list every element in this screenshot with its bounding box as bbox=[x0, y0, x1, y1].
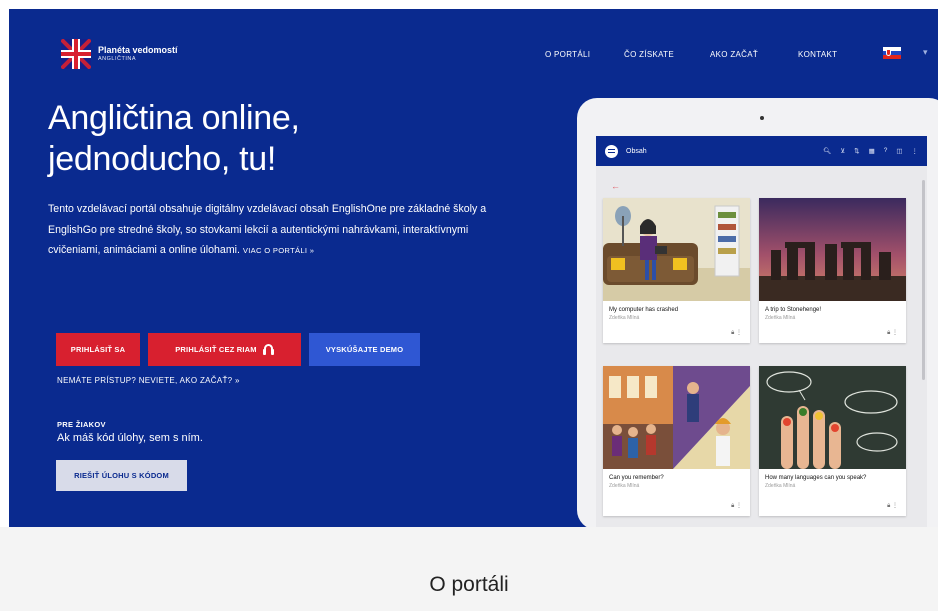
try-demo-button[interactable]: VYSKÚŠAJTE DEMO bbox=[309, 333, 420, 366]
lock-icon: 🔒︎ bbox=[887, 330, 891, 336]
lock-icon: 🔒︎ bbox=[731, 503, 735, 509]
brand-subtitle: ANGLIČTINA bbox=[98, 55, 137, 62]
living-room-illustration bbox=[603, 198, 750, 301]
card-author: Zdeňka Mlíná bbox=[609, 483, 640, 489]
brand-name: Planéta vedomostí bbox=[98, 44, 178, 55]
section-title-o-portali: O portáli bbox=[429, 573, 509, 596]
more-vertical-icon[interactable]: ⋮ bbox=[736, 330, 742, 336]
window-icon[interactable]: ◫ bbox=[896, 147, 902, 155]
card-title: Can you remember? bbox=[609, 475, 664, 481]
brand-logo[interactable]: Planéta vedomostí ANGLIČTINA bbox=[61, 39, 178, 69]
stonehenge-photo bbox=[759, 198, 906, 301]
grid-view-icon[interactable]: ▦ bbox=[869, 147, 875, 155]
login-button[interactable]: PRIHLÁSIŤ SA bbox=[56, 333, 140, 366]
login-rham-button[interactable]: PRIHLÁSIŤ CEZ RIAM bbox=[148, 333, 301, 366]
tablet-mockup: Obsah 🔍︎ ⊻ ⇅ ▦ ? ◫ ⋮ ← My computer has c… bbox=[577, 98, 938, 530]
nav-item-o-portali[interactable]: O PORTÁLI bbox=[545, 50, 590, 59]
lock-icon: 🔒︎ bbox=[731, 330, 735, 336]
menu-icon[interactable] bbox=[605, 144, 618, 158]
more-vertical-icon[interactable]: ⋮ bbox=[892, 503, 898, 509]
sort-icon[interactable]: ⇅ bbox=[854, 147, 859, 155]
nav-item-ako-zacat[interactable]: AKO ZAČAŤ bbox=[710, 50, 758, 59]
scrollbar[interactable] bbox=[922, 180, 925, 380]
uk-flag-icon bbox=[61, 39, 91, 69]
lesson-card-computer-crashed[interactable]: My computer has crashed Zdeňka Mlíná 🔒︎ … bbox=[603, 198, 750, 343]
filter-icon[interactable]: ⊻ bbox=[840, 147, 845, 155]
more-vertical-icon[interactable]: ⋮ bbox=[892, 330, 898, 336]
back-arrow-icon[interactable]: ← bbox=[611, 181, 620, 191]
solve-task-with-code-button[interactable]: RIEŠIŤ ÚLOHU S KÓDOM bbox=[56, 460, 187, 491]
pupils-title: PRE ŽIAKOV bbox=[57, 420, 106, 429]
app-bar: Obsah 🔍︎ ⊻ ⇅ ▦ ? ◫ ⋮ bbox=[596, 136, 927, 166]
card-author: Zdeňka Mlíná bbox=[765, 483, 796, 489]
hero-headline: Angličtina online, jednoducho, tu! bbox=[48, 99, 300, 178]
nav-item-co-ziskate[interactable]: ČO ZÍSKATE bbox=[624, 50, 674, 59]
search-icon[interactable]: 🔍︎ bbox=[823, 147, 831, 155]
app-title: Obsah bbox=[626, 147, 647, 155]
lesson-card-languages[interactable]: How many languages can you speak? Zdeňka… bbox=[759, 366, 906, 516]
card-title: A trip to Stonehenge! bbox=[765, 307, 822, 313]
pupils-text: Ak máš kód úlohy, sem s ním. bbox=[57, 432, 203, 444]
chalkboard-fingers-photo bbox=[759, 366, 906, 469]
more-vertical-icon[interactable]: ⋮ bbox=[912, 147, 919, 155]
more-vertical-icon[interactable]: ⋮ bbox=[736, 503, 742, 509]
hero-intro: Tento vzdelávací portál obsahuje digitál… bbox=[48, 199, 508, 262]
card-author: Zdeňka Mlíná bbox=[609, 315, 640, 321]
nav-item-kontakt[interactable]: KONTAKT bbox=[798, 50, 837, 59]
card-title: My computer has crashed bbox=[609, 307, 679, 313]
lower-section-background bbox=[0, 527, 938, 611]
more-about-portal-link[interactable]: VIAC O PORTÁLI » bbox=[243, 246, 314, 255]
no-access-link[interactable]: NEMÁTE PRÍSTUP? NEVIETE, AKO ZAČAŤ? » bbox=[57, 376, 240, 385]
slovak-flag-icon[interactable] bbox=[883, 47, 901, 59]
street-comic-illustration bbox=[603, 366, 750, 469]
tablet-camera bbox=[760, 116, 764, 120]
language-dropdown-caret-icon[interactable]: ▾ bbox=[923, 47, 928, 58]
headset-icon bbox=[262, 343, 274, 356]
lesson-card-can-you-remember[interactable]: Can you remember? Zdeňka Mlíná 🔒︎ ⋮ bbox=[603, 366, 750, 516]
lesson-card-stonehenge[interactable]: A trip to Stonehenge! Zdeňka Mlíná 🔒︎ ⋮ bbox=[759, 198, 906, 343]
card-title: How many languages can you speak? bbox=[765, 475, 867, 481]
card-author: Zdeňka Mlíná bbox=[765, 315, 796, 321]
help-icon[interactable]: ? bbox=[884, 147, 888, 155]
lock-icon: 🔒︎ bbox=[887, 503, 891, 509]
tablet-screen: Obsah 🔍︎ ⊻ ⇅ ▦ ? ◫ ⋮ ← My computer has c… bbox=[596, 136, 927, 530]
